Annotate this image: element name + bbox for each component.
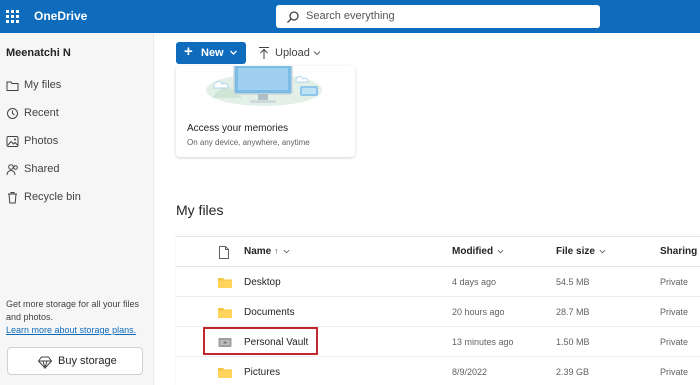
sidebar-item-recent[interactable]: Recent <box>0 104 154 124</box>
column-header-name-label: Name <box>244 246 272 257</box>
sidebar-item-photos[interactable]: Photos <box>0 132 154 152</box>
chevron-down-icon <box>230 50 237 55</box>
column-header-modified-label: Modified <box>452 246 494 257</box>
app-launcher-icon[interactable] <box>6 10 19 23</box>
sidebar-item-my-files[interactable]: My files <box>0 76 154 96</box>
column-header-size[interactable]: File size <box>556 246 606 257</box>
diamond-icon <box>38 356 52 369</box>
search-input[interactable]: Search everything <box>306 10 395 22</box>
new-button-label: New <box>201 47 224 59</box>
trash-icon <box>8 192 17 204</box>
file-modified: 20 hours ago <box>452 307 505 317</box>
table-row[interactable]: Desktop 4 days ago 54.5 MB Private <box>176 267 700 297</box>
top-bar: OneDrive Search everything <box>0 0 700 33</box>
file-size: 54.5 MB <box>556 277 590 287</box>
chevron-down-icon <box>497 249 504 254</box>
history-icon <box>7 108 18 119</box>
file-sharing: Private <box>660 337 689 347</box>
sidebar-item-label: My files <box>24 79 62 91</box>
memories-illustration <box>206 66 322 106</box>
file-modified: 4 days ago <box>452 277 497 287</box>
highlight-box <box>203 327 318 355</box>
file-modified: 13 minutes ago <box>452 337 514 347</box>
folder-icon <box>218 368 232 378</box>
file-sharing: Private <box>660 367 689 377</box>
file-size: 1.50 MB <box>556 337 590 347</box>
search-box[interactable]: Search everything <box>276 5 600 28</box>
storage-note: Get more storage for all your files and … <box>6 299 140 322</box>
folder-icon <box>218 278 232 288</box>
upload-button[interactable]: Upload <box>258 44 328 62</box>
chevron-down-icon <box>283 249 290 254</box>
sidebar-item-label: Shared <box>24 163 60 175</box>
buy-storage-button[interactable]: Buy storage <box>7 347 143 375</box>
search-icon <box>287 11 299 23</box>
storage-plans-link[interactable]: Learn more about storage plans. <box>6 325 136 335</box>
table-header: Name ↑ Modified File size Sharing <box>176 237 700 267</box>
file-sharing: Private <box>660 307 689 317</box>
sidebar-item-recycle-bin[interactable]: Recycle bin <box>0 188 154 208</box>
image-icon <box>6 136 19 147</box>
file-type-icon <box>219 246 229 259</box>
file-table: Name ↑ Modified File size Sharing Desktop… <box>176 236 700 385</box>
people-icon <box>6 164 18 176</box>
table-row[interactable]: Documents 20 hours ago 28.7 MB Private <box>176 297 700 327</box>
chevron-down-icon <box>599 249 606 254</box>
column-header-size-label: File size <box>556 246 595 257</box>
file-size: 28.7 MB <box>556 307 590 317</box>
memories-subtitle: On any device, anywhere, anytime <box>187 138 310 147</box>
upload-icon <box>259 47 269 59</box>
memories-card[interactable]: Access your memories On any device, anyw… <box>176 66 355 157</box>
sidebar-item-label: Recent <box>24 107 59 119</box>
folder-icon <box>218 308 232 318</box>
sidebar-item-label: Photos <box>24 135 59 147</box>
upload-button-label: Upload <box>275 47 310 59</box>
file-size: 2.39 GB <box>556 367 590 377</box>
memories-title: Access your memories <box>187 123 289 134</box>
file-name[interactable]: Pictures <box>244 367 280 378</box>
plus-icon: + <box>184 43 193 60</box>
chevron-down-icon <box>313 51 321 56</box>
file-sharing: Private <box>660 277 689 287</box>
folder-icon <box>6 81 19 91</box>
sidebar-item-shared[interactable]: Shared <box>0 160 154 180</box>
page-title: My files <box>176 202 224 218</box>
column-header-modified[interactable]: Modified <box>452 246 504 257</box>
column-header-sharing[interactable]: Sharing <box>660 246 697 257</box>
user-name: Meenatchi N <box>6 47 71 59</box>
app-title[interactable]: OneDrive <box>34 9 87 23</box>
sidebar-item-label: Recycle bin <box>24 191 81 203</box>
buy-storage-label: Buy storage <box>58 355 117 367</box>
table-row[interactable]: Pictures 8/9/2022 2.39 GB Private <box>176 357 700 385</box>
file-name[interactable]: Desktop <box>244 277 281 288</box>
column-header-name[interactable]: Name ↑ <box>244 246 290 257</box>
file-modified: 8/9/2022 <box>452 367 488 377</box>
file-name[interactable]: Documents <box>244 307 295 318</box>
sort-ascending-icon: ↑ <box>274 246 279 256</box>
column-header-sharing-label: Sharing <box>660 246 698 257</box>
sidebar: Meenatchi N My files Recent Photos Share… <box>0 33 154 385</box>
new-button[interactable]: + New <box>176 42 246 64</box>
